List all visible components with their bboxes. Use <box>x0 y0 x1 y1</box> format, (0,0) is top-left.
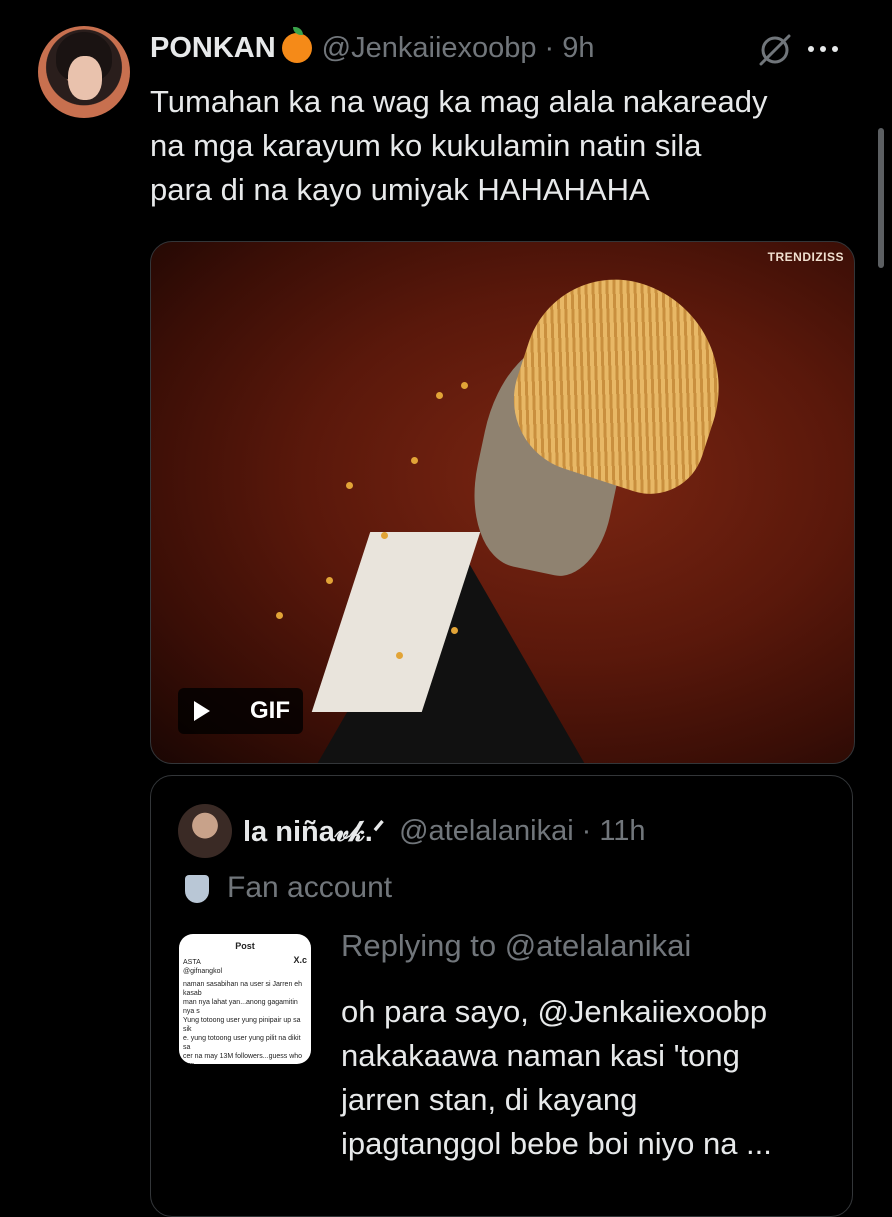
pin <box>411 457 418 464</box>
gif-media[interactable]: TRENDIZISS GIF <box>150 241 855 764</box>
grok-icon[interactable] <box>757 32 793 68</box>
thumb-user-handle: @gifnangkol <box>183 968 223 975</box>
pin <box>381 532 388 539</box>
theater-mask-icon <box>185 875 209 903</box>
dot-3 <box>832 46 838 52</box>
media-watermark: TRENDIZISS <box>767 250 844 264</box>
avatar-face <box>68 56 102 100</box>
tweet-text: Tumahan ka na wag ka mag alala nakaready… <box>150 84 768 207</box>
author-display-name[interactable]: PONKAN <box>150 32 276 65</box>
more-options-icon[interactable] <box>808 36 848 62</box>
thumb-title: Post <box>235 941 255 951</box>
pin <box>396 652 403 659</box>
quoted-tweet[interactable]: la niña𝓋𝓀.ᐟ @atelalanikai · 11h Fan acco… <box>150 775 853 1217</box>
quoted-tweet-time: 11h <box>599 815 646 847</box>
gif-play-badge[interactable]: GIF <box>178 688 303 734</box>
thumb-user-name: ASTA <box>183 959 201 966</box>
orange-emoji-icon <box>281 27 312 63</box>
quoted-author-handle[interactable]: @atelalanikai <box>399 815 574 848</box>
pin <box>436 392 443 399</box>
quoted-author-avatar[interactable] <box>178 804 232 858</box>
quoted-author-display-name[interactable]: la niña𝓋𝓀.ᐟ <box>243 814 385 849</box>
quoted-tweet-header: la niña𝓋𝓀.ᐟ @atelalanikai · 11h <box>243 814 646 849</box>
pin <box>326 577 333 584</box>
scrollbar[interactable] <box>878 128 884 268</box>
separator-dot: · <box>544 31 555 64</box>
thumb-x-logo: X.c <box>293 955 307 965</box>
gif-label: GIF <box>250 697 290 724</box>
play-icon <box>194 701 210 721</box>
pin <box>276 612 283 619</box>
replying-to[interactable]: Replying to @atelalanikai <box>341 928 691 964</box>
thumb-user: ASTA @gifnangkol <box>183 958 222 976</box>
pin <box>461 382 468 389</box>
quoted-media-thumbnail[interactable]: Post X.c ASTA @gifnangkol naman sasabiha… <box>179 934 311 1064</box>
pin <box>346 482 353 489</box>
author-handle[interactable]: @Jenkaiiexoobp <box>322 32 537 65</box>
dot-2 <box>820 46 826 52</box>
author-avatar[interactable] <box>38 26 130 118</box>
tweet-time[interactable]: 9h <box>562 32 594 65</box>
dot-1 <box>808 46 814 52</box>
thumb-body: naman sasabihan na user si Jarren eh kas… <box>183 981 303 1064</box>
quoted-tweet-text: oh para sayo, @Jenkaiiexoobp nakakaawa n… <box>341 994 772 1161</box>
separator-dot: · <box>581 815 592 847</box>
fan-account-label: Fan account <box>227 871 393 904</box>
tweet-header: PONKAN @Jenkaiiexoobp · 9h <box>150 27 594 68</box>
pin <box>451 627 458 634</box>
